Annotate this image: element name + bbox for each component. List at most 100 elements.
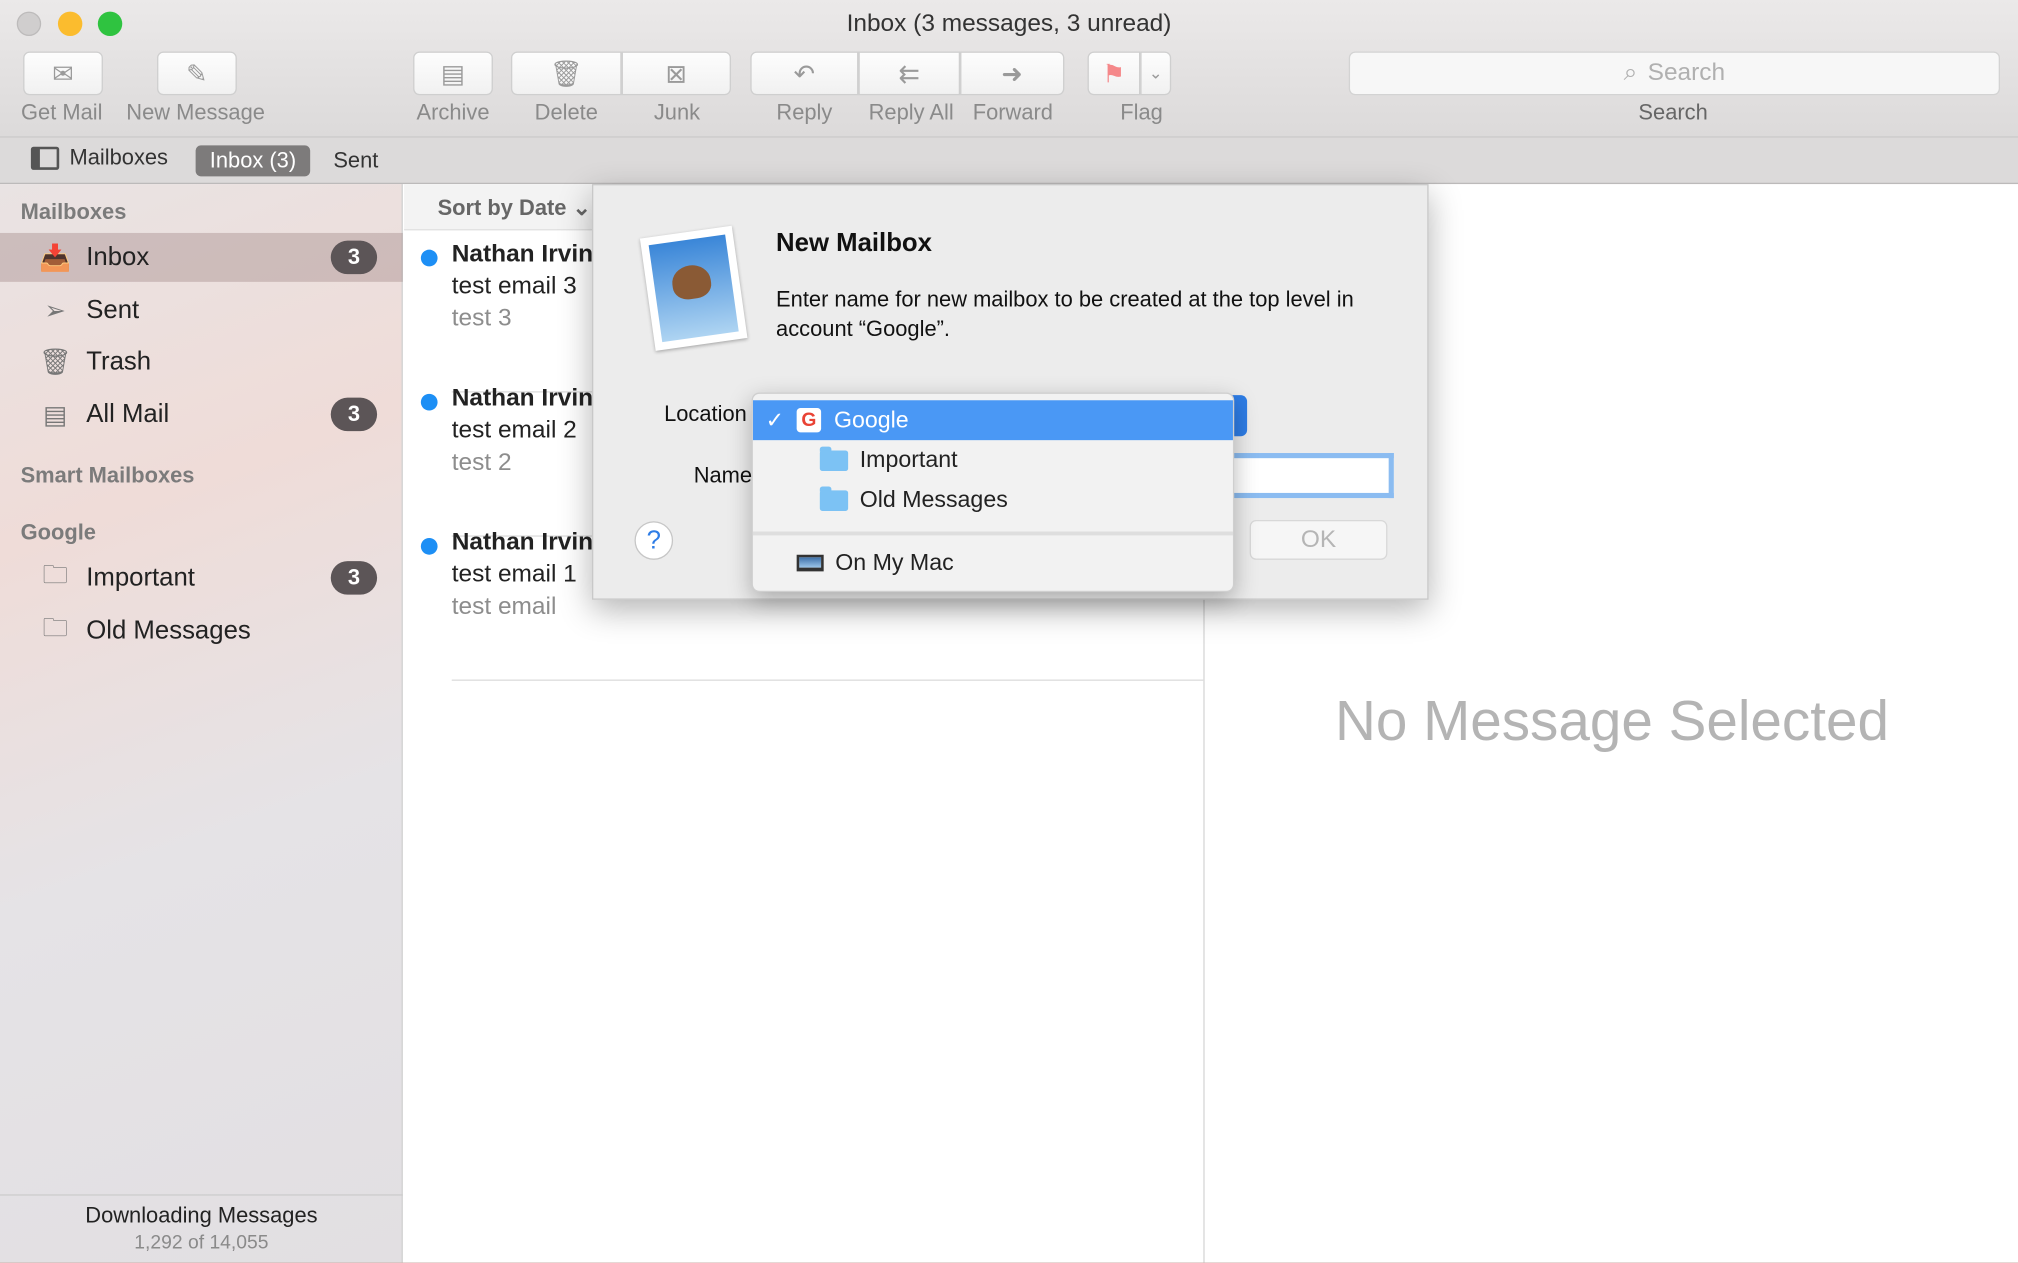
folder-icon: 🗀 <box>42 613 69 643</box>
mail-stamp-icon <box>639 225 748 351</box>
delete-label: Delete <box>534 100 598 125</box>
reply-label: Reply <box>776 100 833 125</box>
unread-badge: 3 <box>330 240 378 275</box>
get-mail-button[interactable]: ✉ <box>23 51 103 96</box>
sidebar-item-important[interactable]: 🗀 Important 3 <box>0 553 403 602</box>
activity-progress: 1,292 of 14,055 <box>134 1231 269 1254</box>
google-icon: G <box>796 407 822 433</box>
menu-item-google[interactable]: ✓ G Google <box>752 400 1233 441</box>
unread-badge: 3 <box>330 397 378 432</box>
message-subject: test email 1 <box>451 561 577 589</box>
message-from: Nathan Irvin <box>451 384 594 412</box>
location-label: Location <box>664 401 747 426</box>
reply-all-icon: ⇇ <box>898 59 921 89</box>
flag-menu-button[interactable]: ⌄ <box>1140 51 1172 96</box>
unread-dot <box>420 393 438 411</box>
menu-item-label: Google <box>833 406 909 433</box>
menu-item-label: Important <box>859 446 958 473</box>
dialog-title: New Mailbox <box>776 229 932 258</box>
search-icon: ⌕ <box>1623 59 1638 87</box>
mailboxes-toggle[interactable]: Mailboxes <box>30 145 169 171</box>
toolbar: Inbox (3 messages, 3 unread) ✉ Get Mail … <box>0 0 2018 138</box>
message-subject: test email 3 <box>451 272 577 300</box>
paper-plane-icon: ➢ <box>44 296 67 325</box>
sidebar-icon <box>30 146 60 170</box>
activity-title: Downloading Messages <box>85 1203 318 1228</box>
search-label: Search <box>1638 100 1708 125</box>
sidebar-header-mailboxes: Mailboxes <box>20 199 127 224</box>
compose-icon: ✎ <box>186 59 208 89</box>
name-label: Name <box>693 463 753 488</box>
sidebar: Mailboxes 📥 Inbox 3 ➢ Sent 🗑 Trash ▤ All Mail… <box>0 184 403 1263</box>
message-from: Nathan Irvin <box>451 240 594 268</box>
mailbox-name-input[interactable] <box>1223 453 1394 499</box>
new-message-button[interactable]: ✎ <box>157 51 237 96</box>
no-message-selected: No Message Selected <box>1334 689 1889 753</box>
reply-icon: ↶ <box>793 59 816 89</box>
sidebar-item-sent[interactable]: ➢ Sent <box>0 286 403 335</box>
sort-label: Sort by Date <box>437 195 567 221</box>
activity-footer: Downloading Messages 1,292 of 14,055 <box>0 1194 403 1262</box>
window-title: Inbox (3 messages, 3 unread) <box>846 10 1172 38</box>
ok-button[interactable]: OK <box>1249 519 1388 560</box>
sidebar-item-trash[interactable]: 🗑 Trash <box>0 337 403 386</box>
menu-item-important[interactable]: Important <box>753 440 1233 480</box>
message-preview: test 3 <box>451 305 512 333</box>
trash-icon: 🗑 <box>38 348 72 377</box>
favorite-inbox[interactable]: Inbox (3) <box>195 145 311 177</box>
chevron-down-icon: ⌄ <box>572 195 591 221</box>
help-button[interactable]: ? <box>634 521 674 560</box>
message-subject: test email 2 <box>451 416 577 445</box>
sidebar-item-label: Old Messages <box>86 615 251 645</box>
flag-icon: ⚑ <box>1102 59 1126 89</box>
sidebar-item-inbox[interactable]: 📥 Inbox 3 <box>0 232 403 282</box>
sidebar-item-label: Sent <box>86 295 140 324</box>
sidebar-header-smart-mailboxes[interactable]: Smart Mailboxes <box>21 463 195 489</box>
menu-item-old-messages[interactable]: Old Messages <box>753 480 1233 520</box>
flag-button[interactable]: ⚑ <box>1087 51 1141 96</box>
forward-icon: ➜ <box>1001 59 1024 89</box>
menu-separator <box>752 531 1233 536</box>
sidebar-header-google[interactable]: Google <box>21 520 96 546</box>
junk-button[interactable]: ⊠ <box>621 51 732 96</box>
get-mail-label: Get Mail <box>21 100 103 125</box>
folder-icon <box>819 445 849 471</box>
menu-item-on-my-mac[interactable]: On My Mac <box>753 543 1233 583</box>
sidebar-item-label: Important <box>86 563 195 592</box>
sidebar-item-label: All Mail <box>86 399 170 428</box>
reply-all-button[interactable]: ⇇ <box>858 51 961 96</box>
sidebar-item-old-messages[interactable]: 🗀 Old Messages <box>0 606 403 655</box>
sidebar-item-label: Inbox <box>86 242 150 271</box>
favorites-bar: Mailboxes Inbox (3) Sent <box>0 137 2018 185</box>
laptop-icon <box>796 554 824 572</box>
archive-button[interactable]: ▤ <box>413 51 493 96</box>
sidebar-item-all-mail[interactable]: ▤ All Mail 3 <box>0 390 403 439</box>
archive-label: Archive <box>416 100 490 125</box>
forward-button[interactable]: ➜ <box>960 51 1065 96</box>
archive-icon: ▤ <box>440 59 466 89</box>
message-preview: test email <box>451 593 557 621</box>
unread-badge: 3 <box>330 561 378 595</box>
unread-dot <box>420 249 438 267</box>
reply-all-label: Reply All <box>868 100 954 125</box>
chevron-down-icon: ⌄ <box>1148 63 1163 83</box>
reply-button[interactable]: ↶ <box>750 51 859 96</box>
mailboxes-label: Mailboxes <box>69 145 169 170</box>
checkmark-icon: ✓ <box>765 407 784 432</box>
search-placeholder: Search <box>1647 59 1726 87</box>
favorite-sent[interactable]: Sent <box>333 148 378 174</box>
menu-item-label: On My Mac <box>835 549 954 576</box>
menu-item-label: Old Messages <box>859 486 1008 513</box>
inbox-icon: 📥 <box>39 243 72 273</box>
divider <box>451 679 1205 681</box>
message-preview: test 2 <box>451 449 512 477</box>
trash-icon: 🗑 <box>549 59 583 89</box>
delete-button[interactable]: 🗑 <box>510 51 622 96</box>
junk-label: Junk <box>653 100 701 125</box>
folder-icon: 🗀 <box>42 561 69 590</box>
forward-label: Forward <box>972 100 1053 125</box>
folder-icon <box>819 485 849 511</box>
search-input[interactable]: ⌕ Search <box>1348 51 2000 96</box>
location-dropdown-menu: ✓ G Google Important Old Messages On My … <box>751 392 1235 593</box>
envelope-icon: ✉ <box>52 59 74 89</box>
